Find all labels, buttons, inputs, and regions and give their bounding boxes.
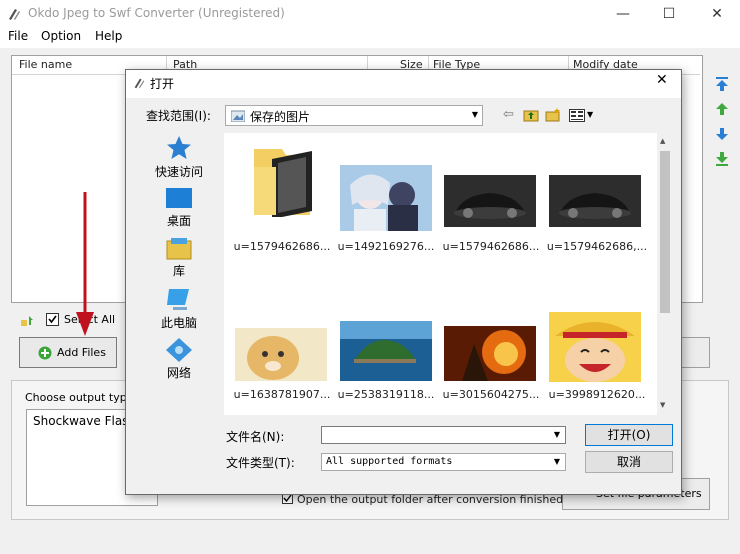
move-bottom-icon[interactable] (713, 150, 731, 168)
folder-up-icon[interactable] (20, 312, 36, 328)
dialog-title-bar (126, 70, 681, 98)
open-button[interactable]: 打开(O) (585, 424, 673, 446)
scroll-thumb[interactable] (660, 151, 670, 313)
move-up-icon[interactable] (713, 100, 731, 118)
dialog-app-icon (134, 78, 145, 89)
file-label: u=2538319118... (337, 388, 435, 401)
fire-thumbnail (444, 326, 536, 381)
file-label: u=1579462686,... (546, 240, 648, 253)
place-label: 网络 (166, 366, 191, 380)
window-title: Okdo Jpeg to Swf Converter (Unregistered… (28, 6, 285, 20)
file-item[interactable] (549, 175, 641, 227)
menu-help[interactable]: Help (95, 29, 122, 43)
library-icon (166, 238, 192, 260)
lookin-combo[interactable]: 保存的图片 ▼ (225, 105, 483, 126)
menu-file[interactable]: File (8, 29, 28, 43)
add-files-button[interactable]: Add Files (19, 337, 117, 368)
filetype-value: All supported formats (326, 456, 453, 467)
car-thumbnail (549, 175, 641, 227)
place-label: 库 (172, 264, 185, 278)
lookin-label: 查找范围(I): (146, 109, 211, 123)
file-item[interactable] (340, 321, 432, 381)
computer-icon (167, 289, 189, 310)
file-item[interactable] (235, 328, 327, 381)
filename-label: 文件名(N): (226, 430, 285, 444)
up-folder-icon[interactable] (523, 108, 539, 122)
close-button[interactable]: ✕ (694, 0, 740, 28)
scroll-down-icon[interactable]: ▼ (660, 401, 665, 409)
car-thumbnail (444, 175, 536, 227)
convert-button[interactable] (680, 337, 710, 368)
menu-option[interactable]: Option (41, 29, 81, 43)
app-logo-icon (9, 9, 20, 20)
place-library[interactable]: 库 (140, 237, 218, 279)
add-icon (38, 346, 52, 360)
place-this-pc[interactable]: 此电脑 (140, 287, 218, 331)
anime-thumbnail (340, 165, 432, 231)
cancel-button[interactable]: 取消 (585, 451, 673, 473)
view-menu-icon[interactable] (569, 109, 585, 122)
maximize-button[interactable]: ☐ (646, 0, 692, 28)
minimize-button[interactable]: — (600, 0, 646, 28)
move-down-icon[interactable] (713, 125, 731, 143)
file-item[interactable] (444, 326, 536, 381)
luffy-thumbnail (549, 312, 641, 382)
file-item[interactable] (549, 312, 641, 382)
network-icon (166, 338, 192, 362)
chevron-down-icon[interactable]: ▼ (550, 455, 564, 469)
place-label: 快速访问 (154, 165, 203, 179)
dog-thumbnail (235, 328, 327, 381)
dialog-close-button[interactable]: ✕ (656, 72, 668, 88)
filetype-select[interactable]: All supported formats ▼ (321, 453, 566, 471)
place-desktop[interactable]: 桌面 (140, 187, 218, 229)
pictures-folder-icon (231, 110, 245, 122)
file-label: u=3998912620... (548, 388, 646, 401)
file-label: u=1638781907... (233, 388, 331, 401)
file-item[interactable] (340, 165, 432, 231)
lookin-value: 保存的图片 (250, 110, 311, 124)
place-network[interactable]: 网络 (140, 337, 218, 381)
file-label: u=1579462686... (233, 240, 331, 253)
desktop-icon (166, 188, 192, 208)
folder-icon (254, 149, 312, 217)
file-label: u=1579462686... (442, 240, 540, 253)
view-dropdown-icon[interactable]: ▼ (587, 110, 593, 119)
select-all-checkbox[interactable] (46, 313, 59, 326)
place-label: 此电脑 (160, 316, 197, 330)
column-file-name[interactable]: File name (19, 58, 72, 71)
move-top-icon[interactable] (713, 75, 731, 93)
island-thumbnail (340, 321, 432, 381)
new-folder-icon[interactable] (545, 108, 561, 122)
file-item[interactable] (234, 147, 330, 217)
place-quick-access[interactable]: 快速访问 (140, 133, 218, 180)
red-arrow-annotation (76, 192, 94, 336)
place-label: 桌面 (166, 214, 191, 228)
file-label: u=3015604275... (442, 388, 540, 401)
filetype-label: 文件类型(T): (226, 456, 295, 470)
file-label: u=1492169276... (337, 240, 435, 253)
output-type-label: Choose output type: (25, 391, 138, 404)
filename-input[interactable]: ▼ (321, 426, 566, 444)
places-bar: 快速访问 桌面 库 此电脑 网络 (140, 133, 218, 395)
back-icon[interactable]: ⇦ (503, 107, 514, 122)
files-scrollbar[interactable]: ▲ ▼ (657, 133, 673, 415)
add-files-label: Add Files (57, 346, 106, 359)
scroll-up-icon[interactable]: ▲ (660, 137, 665, 145)
star-icon (167, 136, 191, 159)
file-item[interactable] (444, 175, 536, 227)
dialog-title: 打开 (150, 77, 175, 91)
chevron-down-icon[interactable]: ▼ (550, 428, 564, 442)
chevron-down-icon[interactable]: ▼ (468, 108, 482, 122)
